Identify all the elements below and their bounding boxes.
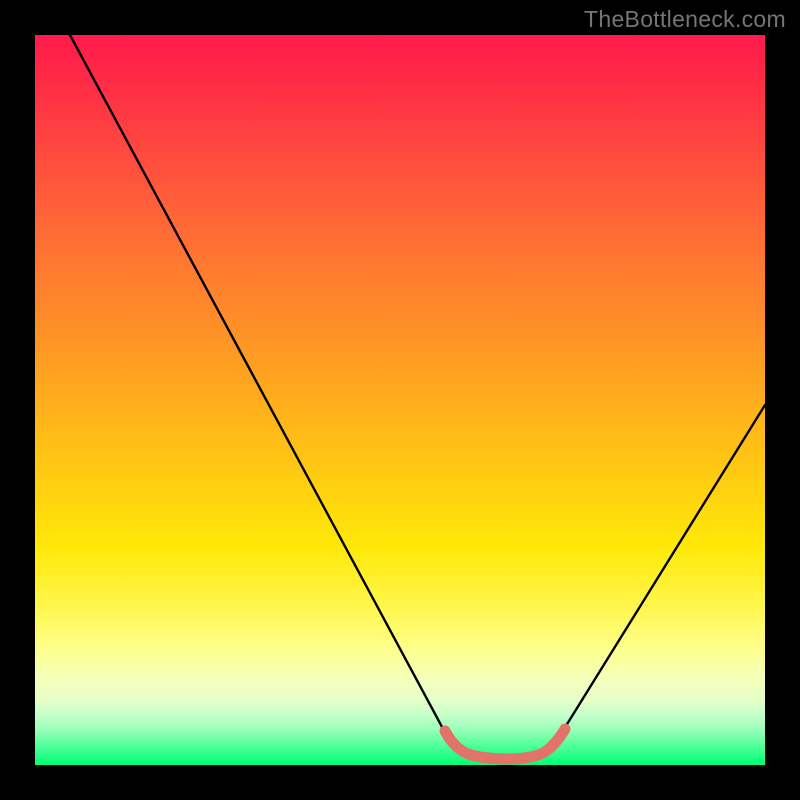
chart-frame: TheBottleneck.com: [0, 0, 800, 800]
watermark-text: TheBottleneck.com: [584, 6, 786, 33]
bottleneck-curve: [35, 35, 765, 765]
curve-path: [70, 35, 765, 758]
optimal-zone-marker: [445, 729, 565, 759]
plot-area: [35, 35, 765, 765]
